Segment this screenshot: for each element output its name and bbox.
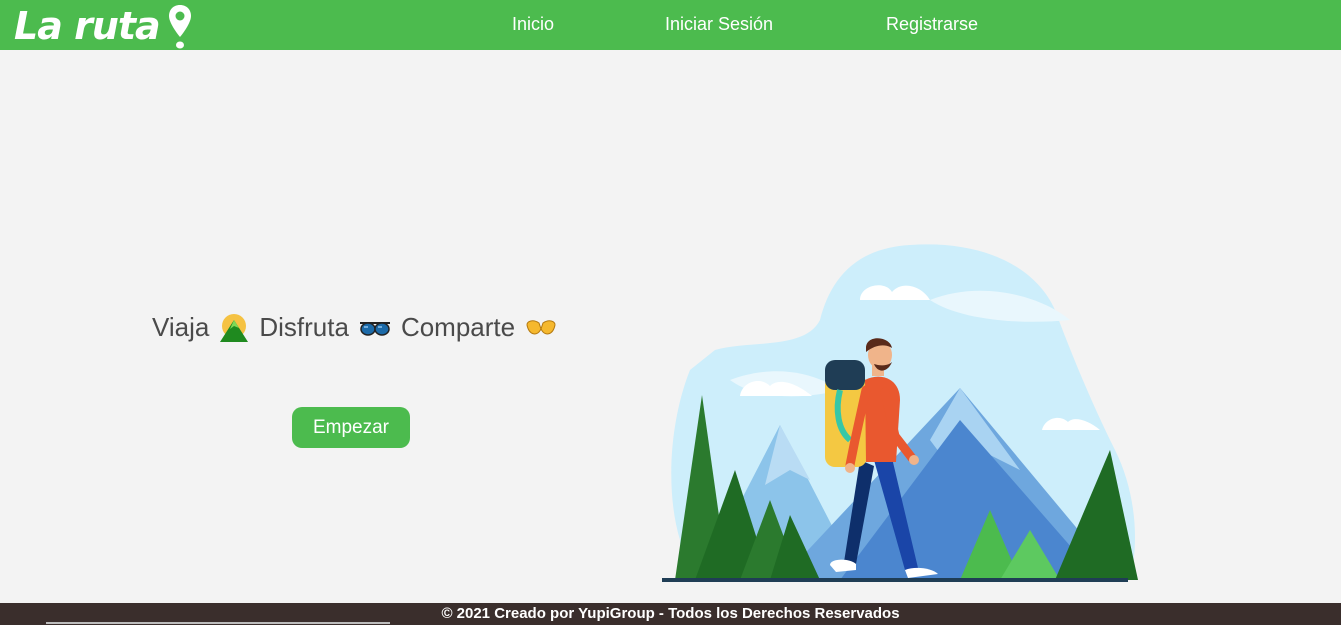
brand-name: La ruta (14, 4, 161, 48)
brand-logo[interactable]: La ruta (14, 2, 192, 50)
map-pin-icon (168, 5, 191, 49)
tagline-word-comparte: Comparte (400, 312, 516, 342)
hands-icon (526, 319, 556, 334)
tagline-word-viaja: Viaja (152, 312, 210, 342)
nav-link-iniciar-sesion[interactable]: Iniciar Sesión (665, 14, 773, 35)
hiker-mountains-illustration (662, 244, 1138, 582)
empezar-button[interactable]: Empezar (292, 407, 410, 448)
footer-copyright: © 2021 Creado por YupiGroup - Todos los … (441, 605, 900, 622)
sunglasses-icon (359, 321, 390, 336)
footer-divider (46, 622, 390, 624)
tagline-word-disfruta: Disfruta (259, 312, 349, 342)
hero-tagline: Viaja Disfruta Comparte (152, 312, 567, 343)
nav-link-inicio[interactable]: Inicio (512, 14, 554, 35)
nav-link-registrarse[interactable]: Registrarse (886, 14, 978, 35)
mountain-icon (220, 313, 249, 342)
navbar: La ruta Inicio Iniciar Sesión Registrars… (0, 0, 1341, 50)
